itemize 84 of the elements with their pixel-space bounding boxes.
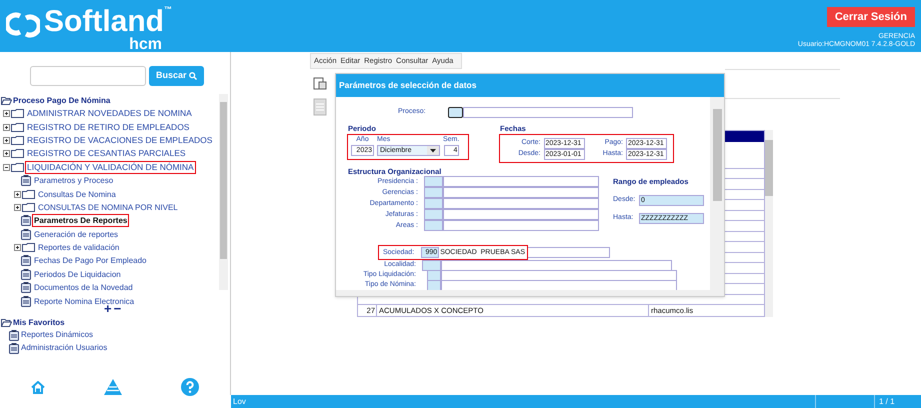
folder-icon	[11, 109, 24, 118]
help-icon[interactable]	[181, 378, 199, 396]
input-field[interactable]	[443, 209, 599, 220]
input-field[interactable]	[528, 247, 610, 258]
logout-button[interactable]: Cerrar Sesión	[826, 7, 915, 27]
expand-icon[interactable]	[3, 136, 10, 144]
code-field[interactable]	[424, 187, 443, 198]
tree-item[interactable]: LIQUIDACIÓN Y VALIDACIÓN DE NÓMINA	[25, 160, 196, 174]
status-text: Lov	[232, 396, 247, 408]
page-indicator: 1 / 1	[878, 396, 896, 408]
document-icon	[21, 296, 31, 307]
scrollbar[interactable]	[219, 94, 228, 290]
document-icon	[9, 330, 19, 341]
code-field[interactable]	[427, 270, 441, 281]
document-icon	[21, 268, 31, 280]
code-field[interactable]	[424, 220, 443, 232]
tree-item[interactable]: Fechas De Pago Por Empleado	[32, 254, 149, 268]
tree-item[interactable]: Consultas De Nomina	[36, 188, 118, 201]
input-field[interactable]	[448, 107, 463, 118]
document-icon	[21, 228, 31, 240]
tree-item[interactable]: Documentos de la Novedad	[32, 281, 135, 294]
folder-icon	[22, 243, 35, 252]
tree-root[interactable]: Proceso Pago De Nómina	[13, 94, 110, 106]
expand-icon[interactable]	[3, 110, 10, 118]
document-icon	[21, 215, 31, 226]
home-icon[interactable]	[31, 380, 45, 394]
folder-icon	[22, 202, 35, 212]
open-folder-icon	[1, 96, 12, 104]
scrollbar[interactable]	[336, 290, 710, 296]
folder-icon	[11, 149, 24, 158]
input-field[interactable]	[443, 187, 599, 198]
collapse-icon[interactable]	[3, 164, 10, 171]
dialog-title: Parámetros de selección de datos	[339, 79, 476, 92]
document-icon	[21, 255, 31, 266]
input-field[interactable]	[463, 107, 633, 118]
tree-item[interactable]: REGISTRO DE RETIRO DE EMPLEADOS	[25, 120, 192, 134]
code-field[interactable]	[424, 209, 443, 220]
input-field[interactable]	[443, 220, 599, 232]
pyramid-icon[interactable]	[103, 378, 123, 396]
expand-icon[interactable]	[14, 204, 21, 211]
code-field[interactable]	[422, 260, 441, 271]
document-icon[interactable]	[313, 98, 327, 116]
folder-icon	[11, 162, 24, 172]
folder-icon	[11, 122, 24, 132]
trademark: ™	[164, 6, 172, 14]
zoom-in-control[interactable]: +	[104, 304, 112, 314]
input-field[interactable]	[443, 198, 599, 210]
search-icon	[188, 72, 197, 80]
favorites-root[interactable]: Mis Favoritos	[13, 316, 65, 329]
search-field[interactable]	[30, 66, 146, 86]
tree-item[interactable]: ADMINISTRAR NOVEDADES DE NOMINA	[25, 107, 194, 120]
favorite-item[interactable]: Administración Usuarios	[20, 341, 108, 356]
column-header	[722, 131, 764, 142]
tree-item[interactable]: Parametros y Proceso	[32, 174, 116, 188]
tree-item[interactable]: CONSULTAS DE NOMINA POR NIVEL	[36, 200, 180, 214]
document-icon	[21, 282, 31, 294]
document-icon	[9, 342, 19, 354]
tree-item[interactable]: REGISTRO DE CESANTIAS PARCIALES	[25, 147, 188, 160]
input-field[interactable]	[443, 176, 599, 188]
tree-item[interactable]: Parametros De Reportes	[32, 214, 130, 228]
expand-icon[interactable]	[14, 244, 21, 252]
code-field[interactable]	[427, 280, 441, 291]
expand-icon[interactable]	[14, 190, 21, 198]
document-icon	[21, 175, 31, 186]
input-field[interactable]	[441, 270, 677, 281]
input-field[interactable]	[441, 260, 672, 271]
folder-icon	[11, 136, 24, 145]
code-field[interactable]	[424, 198, 443, 210]
logo-subtitle: hcm	[129, 38, 162, 52]
folder-icon	[22, 190, 35, 199]
tree-item[interactable]: Generación de reportes	[32, 228, 120, 241]
expand-icon[interactable]	[3, 124, 10, 131]
tree-item[interactable]: REGISTRO DE VACACIONES DE EMPLEADOS	[25, 134, 214, 147]
favorite-item[interactable]: Reportes Dinámicos	[20, 328, 94, 342]
logo-text: Softland	[44, 6, 164, 38]
tree-item[interactable]: Reportes de validación	[36, 241, 122, 254]
code-field[interactable]	[424, 176, 443, 188]
scrollbar[interactable]	[765, 130, 773, 317]
zoom-out-control[interactable]: −	[114, 304, 122, 314]
open-folder-icon	[1, 318, 12, 327]
expand-icon[interactable]	[3, 150, 10, 158]
caret-icon	[427, 146, 439, 156]
tree-item[interactable]: Periodos De Liquidacion	[32, 268, 123, 281]
scrollbar[interactable]	[710, 97, 724, 296]
